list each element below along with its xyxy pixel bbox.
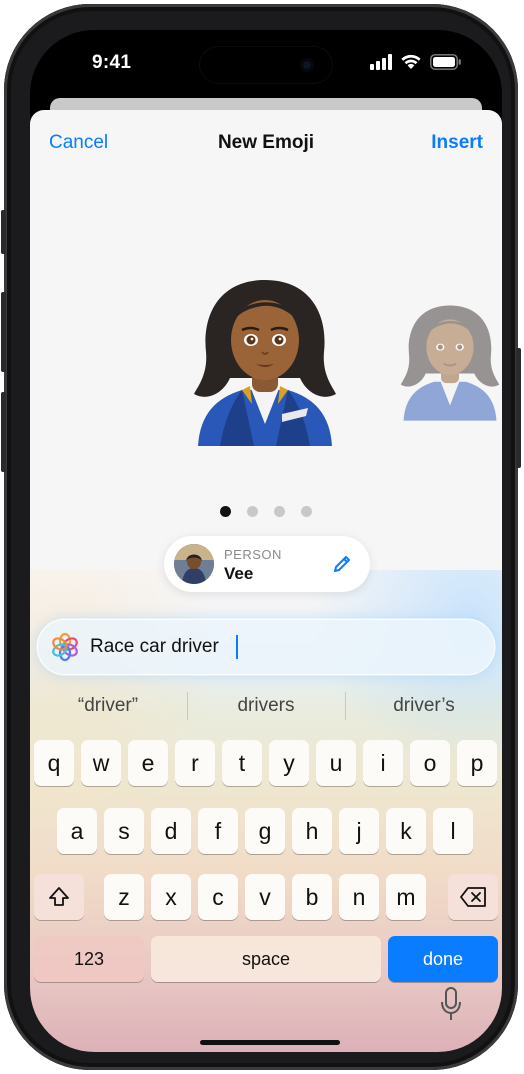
image-playground-icon (52, 632, 78, 662)
prompt-input[interactable] (90, 632, 470, 662)
key-k[interactable]: k (386, 808, 426, 854)
suggestion-item[interactable]: “driver” (30, 684, 186, 728)
action-button (1, 210, 6, 254)
dynamic-island (200, 47, 332, 83)
key-f[interactable]: f (198, 808, 238, 854)
shift-icon (49, 887, 69, 906)
status-bar: 9:41 (30, 30, 502, 100)
key-a[interactable]: a (57, 808, 97, 854)
key-u[interactable]: u (316, 740, 356, 786)
page-indicator[interactable] (30, 504, 502, 518)
page-dot[interactable] (274, 506, 285, 517)
key-g[interactable]: g (245, 808, 285, 854)
suggestion-item[interactable]: driver’s (346, 684, 502, 728)
key-t[interactable]: t (222, 740, 262, 786)
key-x[interactable]: x (151, 874, 191, 920)
microphone-icon[interactable] (440, 986, 462, 1022)
screen: 9:41 Cancel New Emoji Insert PERSON Vee … (30, 30, 502, 1052)
shift-key[interactable] (34, 874, 84, 920)
key-v[interactable]: v (245, 874, 285, 920)
generated-emoji-preview[interactable] (190, 274, 340, 446)
suggestion-item[interactable]: drivers (188, 684, 344, 728)
key-i[interactable]: i (363, 740, 403, 786)
key-q[interactable]: q (34, 740, 74, 786)
insert-button[interactable]: Insert (431, 132, 483, 154)
delete-icon (460, 887, 486, 907)
battery-icon (430, 54, 461, 70)
key-j[interactable]: j (339, 808, 379, 854)
pencil-icon[interactable] (332, 554, 352, 574)
new-emoji-sheet: Cancel New Emoji Insert PERSON Vee Race … (30, 110, 502, 1052)
page-dot[interactable] (301, 506, 312, 517)
person-chip[interactable]: PERSON Vee (164, 536, 370, 592)
camera-icon (300, 58, 314, 72)
key-n[interactable]: n (339, 874, 379, 920)
key-e[interactable]: e (128, 740, 168, 786)
done-key[interactable]: done (388, 936, 498, 982)
phone-frame: 9:41 Cancel New Emoji Insert PERSON Vee … (1, 4, 521, 1070)
key-r[interactable]: r (175, 740, 215, 786)
key-c[interactable]: c (198, 874, 238, 920)
key-w[interactable]: w (81, 740, 121, 786)
volume-down-button (1, 392, 6, 472)
next-emoji-preview[interactable] (398, 300, 502, 422)
key-y[interactable]: y (269, 740, 309, 786)
key-l[interactable]: l (433, 808, 473, 854)
volume-up-button (1, 292, 6, 372)
page-dot[interactable] (220, 506, 231, 517)
key-p[interactable]: p (457, 740, 497, 786)
delete-key[interactable] (448, 874, 498, 920)
status-time: 9:41 (92, 52, 132, 73)
numbers-key[interactable]: 123 (34, 936, 144, 982)
key-d[interactable]: d (151, 808, 191, 854)
home-indicator[interactable] (200, 1040, 340, 1045)
person-name: Vee (224, 564, 254, 583)
prompt-field[interactable] (38, 620, 494, 674)
text-caret (236, 635, 238, 659)
wifi-icon (401, 54, 421, 69)
autocorrect-bar: “driver” drivers driver’s (30, 684, 502, 728)
space-key[interactable]: space (151, 936, 381, 982)
key-o[interactable]: o (410, 740, 450, 786)
key-h[interactable]: h (292, 808, 332, 854)
avatar (174, 544, 214, 584)
person-type-label: PERSON (224, 547, 282, 562)
page-dot[interactable] (247, 506, 258, 517)
key-s[interactable]: s (104, 808, 144, 854)
key-b[interactable]: b (292, 874, 332, 920)
key-m[interactable]: m (386, 874, 426, 920)
key-z[interactable]: z (104, 874, 144, 920)
cellular-signal-icon (370, 54, 392, 70)
power-button (516, 348, 521, 468)
